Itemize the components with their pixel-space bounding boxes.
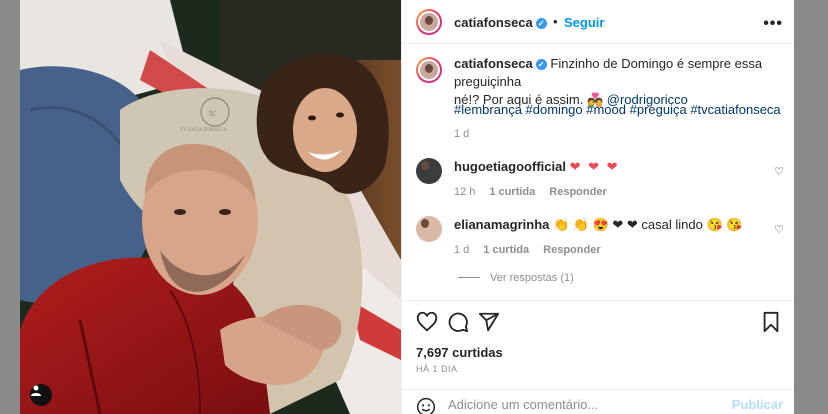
likes-count[interactable]: 7,697 curtidas [416,345,503,360]
comment-row: elianamagrinha 👏 👏 😍 ❤ ❤ casal lindo 😘 😘 [454,216,742,234]
post-actions: 7,697 curtidas HÁ 1 DIA Publicar [402,300,794,414]
comment-username[interactable]: elianamagrinha [454,217,549,232]
caption-age[interactable]: 1 d [454,128,469,140]
photo-watermark-mark: tc [209,108,217,119]
comment-text: ❤ ❤ ❤ [569,159,620,174]
caption-hashtags[interactable]: #lembrança #domingo #mood #preguiça #tvc… [454,102,781,117]
photo-watermark: TV CATIA FONSECA [180,128,227,133]
comment-reply-button[interactable]: Responder [543,244,600,256]
post-modal: tc TV CATIA FONSECA catiafonseca ✓ • Seg… [20,0,794,414]
post-date[interactable]: HÁ 1 DIA [416,364,458,374]
smile-icon[interactable] [416,397,436,414]
heart-icon[interactable] [416,311,438,333]
more-icon[interactable]: ••• [763,15,783,33]
comment-meta: 12 h 1 curtida Responder [454,186,607,198]
publish-button[interactable]: Publicar [732,397,783,412]
post-photo[interactable]: tc TV CATIA FONSECA [20,0,401,414]
bookmark-icon[interactable] [760,311,782,333]
comment-text: 👏 👏 😍 ❤ ❤ casal lindo 😘 😘 [553,217,743,232]
comment-age[interactable]: 12 h [454,186,475,198]
comment-meta: 1 d 1 curtida Responder [454,244,601,256]
comment-avatar[interactable] [416,216,442,242]
view-replies-button[interactable]: Ver respostas (1) [458,272,574,284]
post-details-pane: catiafonseca ✓ • Seguir ••• catiafonseca ✓… [401,0,794,414]
comment-row: hugoetiagoofficial ❤ ❤ ❤ [454,158,619,176]
comment-username[interactable]: hugoetiagoofficial [454,159,566,174]
photo-illustration: tc TV CATIA FONSECA [20,0,401,414]
comment-age[interactable]: 1 d [454,244,469,256]
comment-like-heart-icon[interactable]: ♡ [774,223,784,236]
verified-icon: ✓ [535,18,547,29]
tagged-user-icon[interactable] [30,384,52,406]
author-avatar[interactable] [416,9,442,35]
caption: catiafonseca ✓ Finzinho de Domingo é semp… [454,55,784,109]
comment-avatar[interactable] [416,158,442,184]
author-username[interactable]: catiafonseca ✓ [454,15,547,30]
backdrop-left[interactable] [0,0,20,414]
share-icon[interactable] [478,311,500,333]
comment-reply-button[interactable]: Responder [549,186,606,198]
backdrop-right[interactable] [794,0,828,414]
follow-button[interactable]: Seguir [564,15,604,30]
verified-icon: ✓ [535,59,547,70]
comment-bar: Publicar [402,389,794,414]
comment-input[interactable] [448,395,728,413]
separator-dot: • [553,14,558,29]
comment-like-heart-icon[interactable]: ♡ [774,165,784,178]
caption-author-avatar[interactable] [416,57,442,83]
caption-author-username[interactable]: catiafonseca ✓ [454,56,547,71]
comment-icon[interactable] [447,311,469,333]
comment-likes[interactable]: 1 curtida [483,244,529,256]
comment-likes[interactable]: 1 curtida [489,186,535,198]
post-header: catiafonseca ✓ • Seguir ••• [402,0,794,44]
